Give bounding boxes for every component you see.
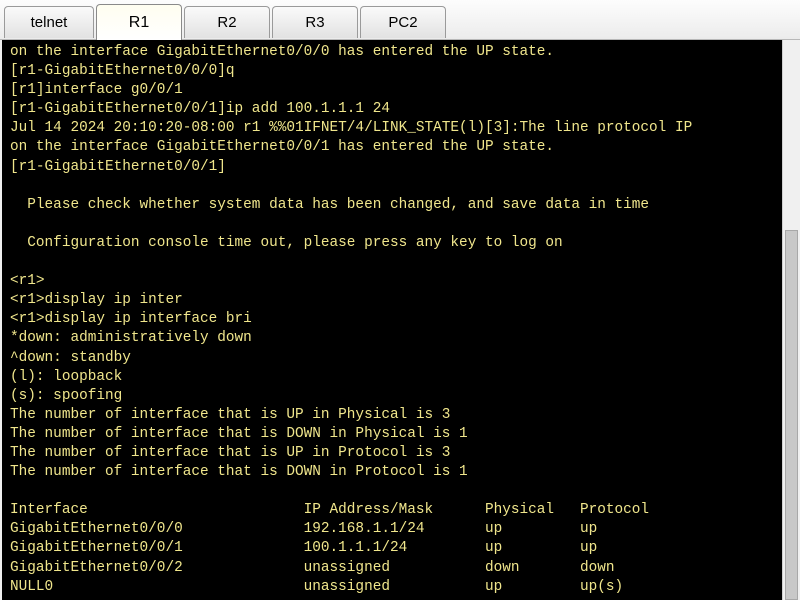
terminal-line: ^down: standby bbox=[10, 349, 131, 366]
terminal-line: on the interface GigabitEthernet0/0/1 ha… bbox=[10, 139, 555, 156]
tab-pc2[interactable]: PC2 bbox=[360, 6, 446, 38]
terminal-line: The number of interface that is DOWN in … bbox=[10, 425, 468, 442]
terminal-app: telnet R1 R2 R3 PC2 on the interface Gig… bbox=[0, 0, 800, 600]
terminal-line: The number of interface that is DOWN in … bbox=[10, 464, 468, 481]
terminal-line: [r1-GigabitEthernet0/0/1] bbox=[10, 158, 226, 175]
terminal-console[interactable]: on the interface GigabitEthernet0/0/0 ha… bbox=[2, 40, 782, 600]
terminal-line: <r1> bbox=[10, 273, 45, 290]
tab-telnet[interactable]: telnet bbox=[4, 6, 94, 38]
tab-r1[interactable]: R1 bbox=[96, 4, 182, 40]
terminal-line: Please check whether system data has bee… bbox=[10, 196, 650, 213]
terminal-line: <r1>display ip inter bbox=[10, 292, 183, 309]
tab-r3[interactable]: R3 bbox=[272, 6, 358, 38]
terminal-line: [r1-GigabitEthernet0/0/0]q bbox=[10, 63, 235, 80]
terminal-line: (s): spoofing bbox=[10, 387, 123, 404]
terminal-line: GigabitEthernet0/0/1 100.1.1.1/24 up up bbox=[10, 540, 598, 557]
tab-r2[interactable]: R2 bbox=[184, 6, 270, 38]
terminal-line: Interface IP Address/Mask Physical Proto… bbox=[10, 502, 650, 519]
session-tab-bar: telnet R1 R2 R3 PC2 bbox=[0, 0, 800, 40]
terminal-line: The number of interface that is UP in Ph… bbox=[10, 406, 451, 423]
terminal-line: *down: administratively down bbox=[10, 330, 252, 347]
terminal-line: NULL0 unassigned up up(s) bbox=[10, 578, 624, 595]
terminal-line: GigabitEthernet0/0/0 192.168.1.1/24 up u… bbox=[10, 521, 598, 538]
scrollbar-thumb[interactable] bbox=[785, 230, 798, 600]
terminal-line: Configuration console time out, please p… bbox=[10, 234, 563, 251]
terminal-line: Jul 14 2024 20:10:20-08:00 r1 %%01IFNET/… bbox=[10, 120, 693, 137]
terminal-line: GigabitEthernet0/0/2 unassigned down dow… bbox=[10, 559, 615, 576]
terminal-scrollbar[interactable] bbox=[782, 40, 800, 600]
terminal-line: The number of interface that is UP in Pr… bbox=[10, 444, 451, 461]
terminal-line: <r1>display ip interface bri bbox=[10, 311, 252, 328]
terminal-line: [r1-GigabitEthernet0/0/1]ip add 100.1.1.… bbox=[10, 101, 390, 118]
terminal-line: [r1]interface g0/0/1 bbox=[10, 82, 183, 99]
terminal-line: (l): loopback bbox=[10, 368, 123, 385]
terminal-line: on the interface GigabitEthernet0/0/0 ha… bbox=[10, 44, 555, 60]
